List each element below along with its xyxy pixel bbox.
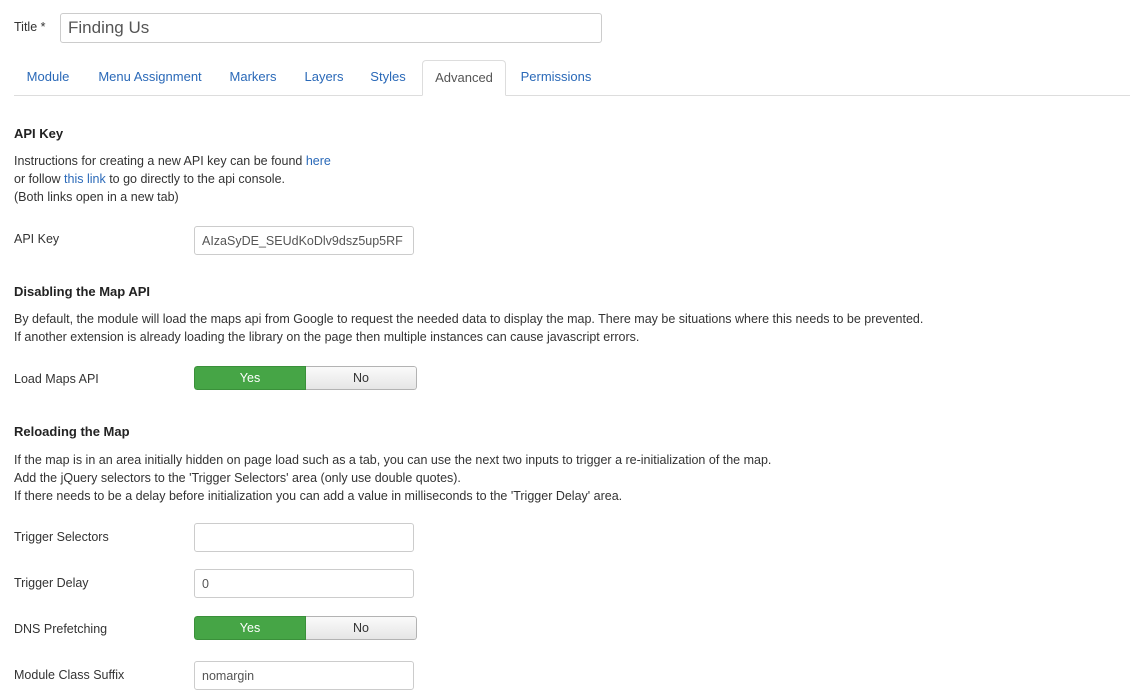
title-label: Title * bbox=[14, 20, 46, 34]
reloading-map-description: If the map is in an area initially hidde… bbox=[14, 451, 1014, 505]
here-link[interactable]: here bbox=[306, 154, 331, 168]
tab-module[interactable]: Module bbox=[14, 60, 82, 95]
load-maps-api-no-button[interactable]: No bbox=[306, 366, 417, 390]
dns-prefetching-toggle: Yes No bbox=[194, 616, 417, 640]
api-key-line2-post: to go directly to the api console. bbox=[105, 172, 285, 186]
this-link-link[interactable]: this link bbox=[64, 172, 106, 186]
reloading-map-heading: Reloading the Map bbox=[14, 424, 130, 439]
disable-map-api-description: By default, the module will load the map… bbox=[14, 310, 1014, 346]
tab-markers[interactable]: Markers bbox=[220, 60, 286, 95]
trigger-selectors-label: Trigger Selectors bbox=[14, 530, 109, 544]
load-maps-api-toggle: Yes No bbox=[194, 366, 417, 390]
tab-advanced[interactable]: Advanced bbox=[422, 60, 506, 96]
module-class-suffix-input[interactable] bbox=[194, 661, 414, 690]
module-class-suffix-label: Module Class Suffix bbox=[14, 668, 125, 682]
trigger-delay-label: Trigger Delay bbox=[14, 576, 89, 590]
tab-bar: Module Menu Assignment Markers Layers St… bbox=[14, 60, 1130, 96]
reload-line3: If there needs to be a delay before init… bbox=[14, 489, 623, 503]
api-key-input[interactable] bbox=[194, 226, 414, 255]
tab-menu-assignment[interactable]: Menu Assignment bbox=[86, 60, 214, 95]
dns-prefetching-yes-button[interactable]: Yes bbox=[194, 616, 306, 640]
api-key-heading: API Key bbox=[14, 126, 64, 141]
api-key-line3: (Both links open in a new tab) bbox=[14, 190, 179, 204]
dns-prefetching-label: DNS Prefetching bbox=[14, 622, 108, 636]
disable-line1: By default, the module will load the map… bbox=[14, 312, 924, 326]
load-maps-api-label: Load Maps API bbox=[14, 372, 99, 386]
disable-line2: If another extension is already loading … bbox=[14, 330, 640, 344]
dns-prefetching-no-button[interactable]: No bbox=[306, 616, 417, 640]
reload-line1: If the map is in an area initially hidde… bbox=[14, 453, 772, 467]
api-key-line2-pre: or follow bbox=[14, 172, 65, 186]
api-key-label: API Key bbox=[14, 232, 60, 246]
api-key-instructions: Instructions for creating a new API key … bbox=[14, 152, 614, 206]
api-key-line1-text: Instructions for creating a new API key … bbox=[14, 154, 306, 168]
tab-styles[interactable]: Styles bbox=[362, 60, 414, 95]
load-maps-api-yes-button[interactable]: Yes bbox=[194, 366, 306, 390]
title-input[interactable] bbox=[60, 13, 602, 43]
trigger-delay-input[interactable] bbox=[194, 569, 414, 598]
reload-line2: Add the jQuery selectors to the 'Trigger… bbox=[14, 471, 461, 485]
tab-layers[interactable]: Layers bbox=[294, 60, 354, 95]
tab-permissions[interactable]: Permissions bbox=[512, 60, 600, 95]
trigger-selectors-input[interactable] bbox=[194, 523, 414, 552]
disable-map-api-heading: Disabling the Map API bbox=[14, 284, 151, 299]
